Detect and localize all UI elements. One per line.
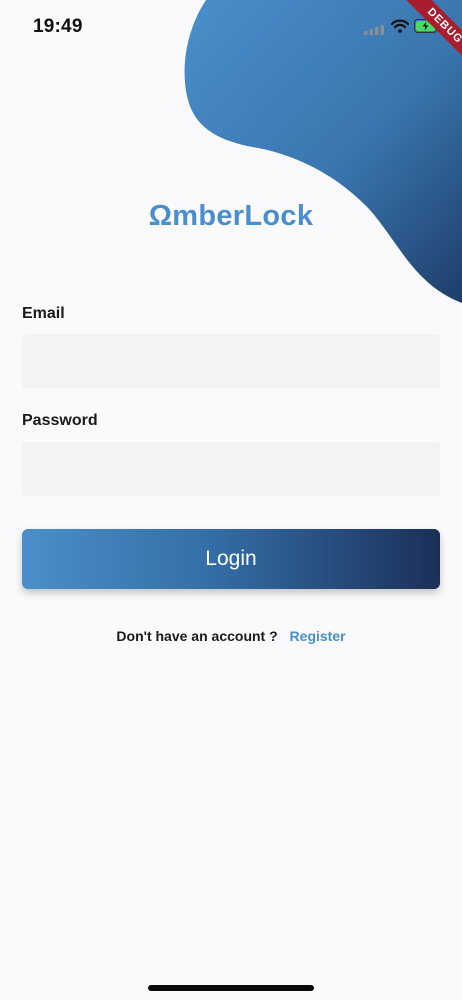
status-time: 19:49 <box>33 16 83 37</box>
login-screen: 19:49 DEBUG ΩmberLock Email Password Log… <box>0 0 462 1000</box>
password-field[interactable] <box>22 442 440 496</box>
register-link[interactable]: Register <box>290 628 346 644</box>
debug-banner: DEBUG <box>382 0 462 80</box>
app-logo: ΩmberLock <box>148 200 314 232</box>
email-label: Email <box>22 305 65 322</box>
password-label: Password <box>22 412 98 429</box>
login-button[interactable]: Login <box>22 529 440 589</box>
debug-banner-label: DEBUG <box>399 0 462 72</box>
register-prompt: Don't have an account ? <box>116 628 278 644</box>
register-row: Don't have an account ? Register <box>0 628 462 644</box>
login-button-label: Login <box>205 547 257 570</box>
email-field[interactable] <box>22 334 440 388</box>
home-indicator[interactable] <box>148 985 314 991</box>
